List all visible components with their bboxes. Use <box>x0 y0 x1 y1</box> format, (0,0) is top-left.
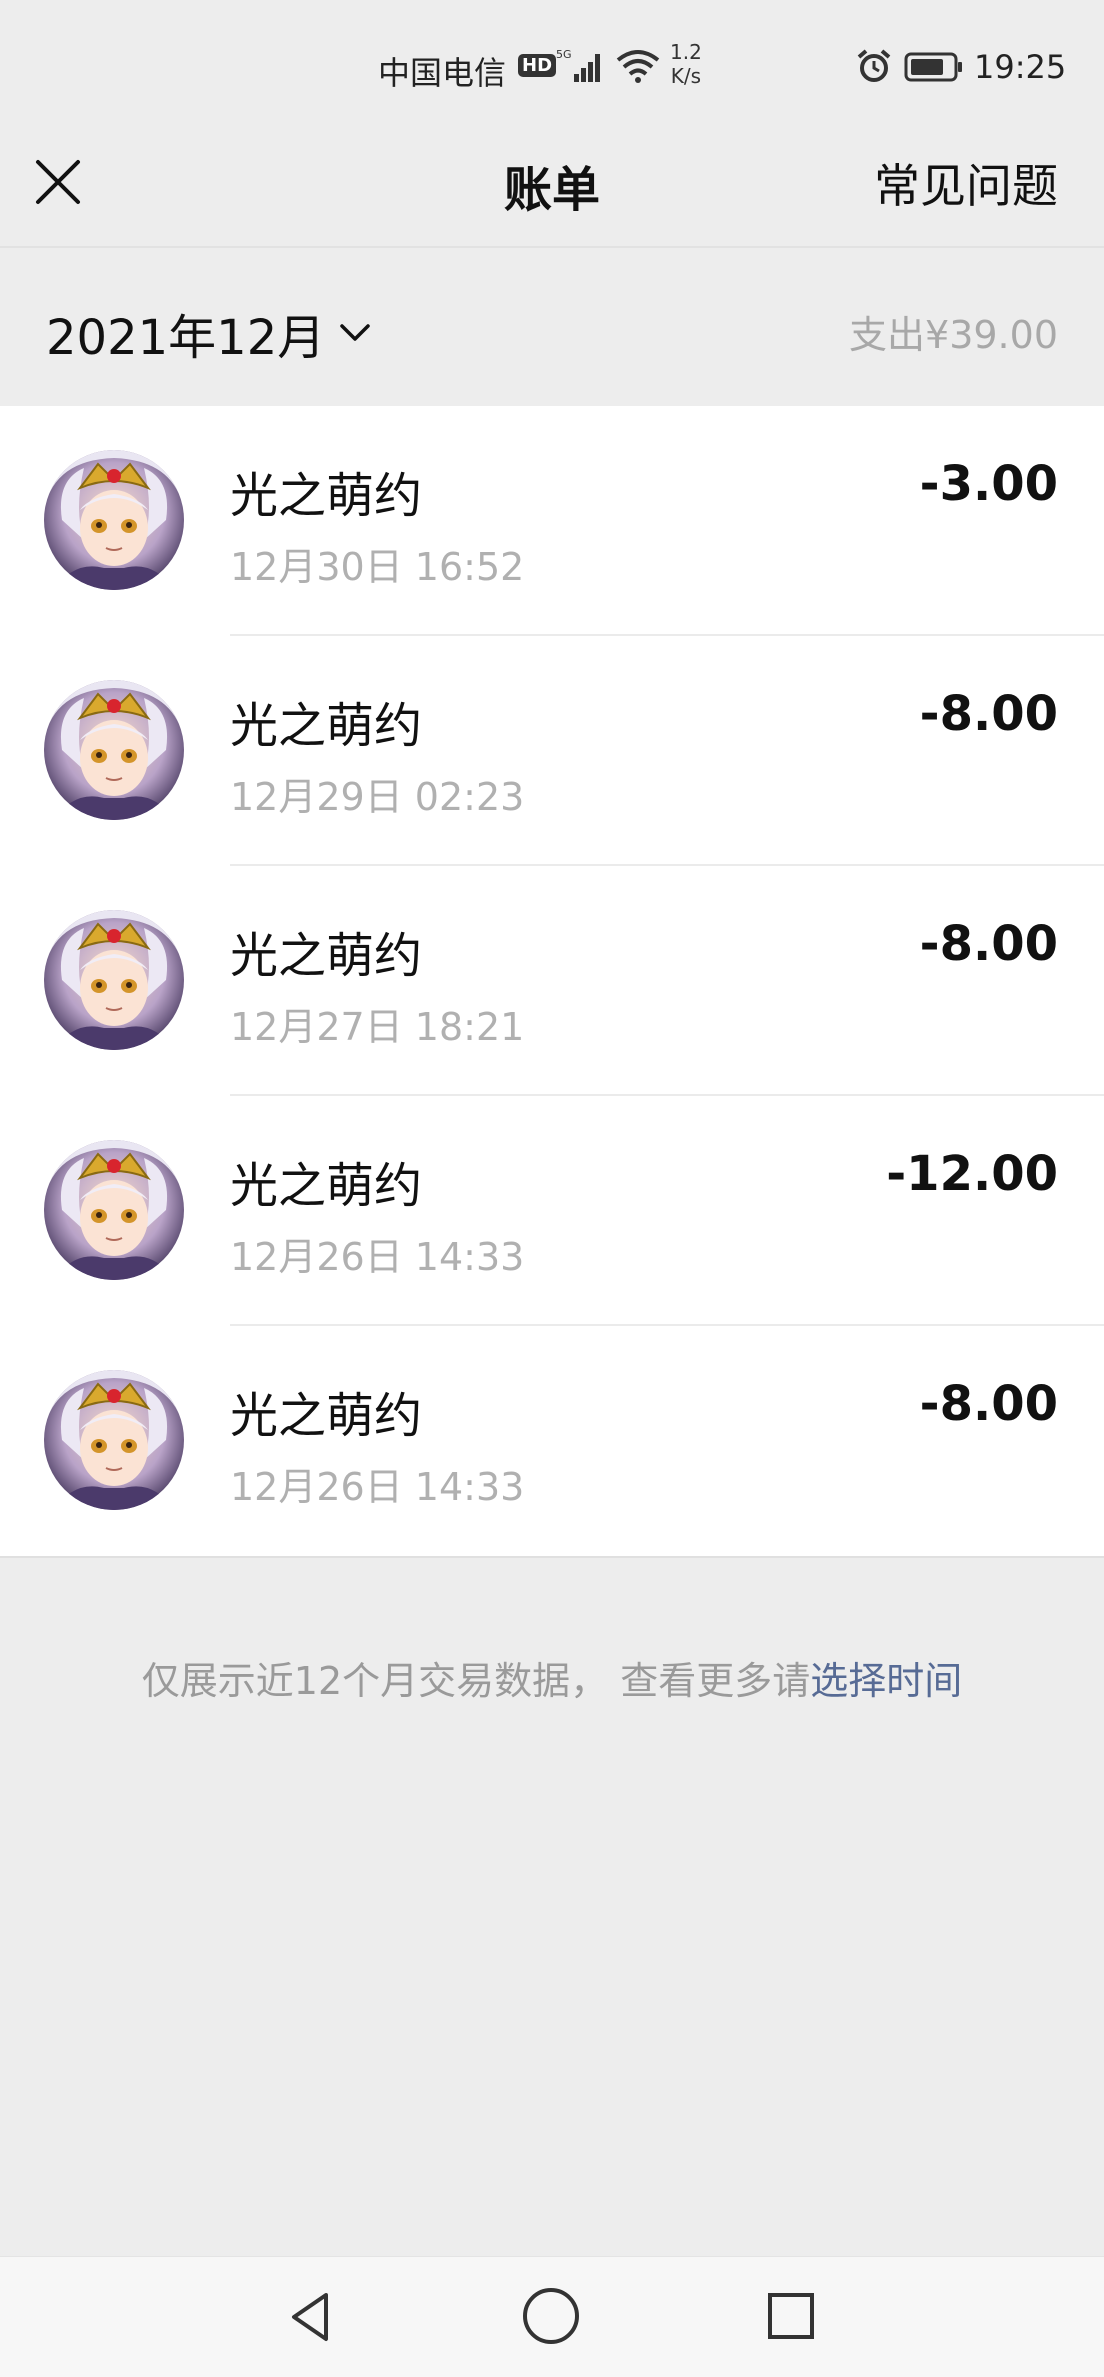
transaction-datetime: 12月27日 18:21 <box>230 1005 525 1049</box>
home-icon[interactable] <box>520 2285 582 2347</box>
signal-icon: 5G <box>556 48 600 82</box>
transaction-list: 光之萌约 12月30日 16:52 -3.00 光之萌约 12月29日 02:2… <box>0 406 1104 1558</box>
network-speed: 1.2 K/s <box>670 40 702 88</box>
back-icon[interactable] <box>282 2287 342 2347</box>
avatar <box>44 910 184 1050</box>
transaction-amount: -8.00 <box>919 686 1058 742</box>
system-nav-bar <box>0 2256 1104 2377</box>
recent-apps-icon[interactable] <box>762 2287 820 2345</box>
clock: 19:25 <box>974 48 1067 86</box>
transaction-amount: -3.00 <box>919 456 1058 512</box>
chevron-down-icon <box>340 324 370 341</box>
transaction-row[interactable]: 光之萌约 12月27日 18:21 -8.00 <box>0 866 1104 1096</box>
merchant-name: 光之萌约 <box>230 1158 423 1214</box>
merchant-avatar-icon <box>44 1370 184 1510</box>
network-type: 5G <box>556 48 572 61</box>
nav-bar: 账单 常见问题 <box>0 140 1104 248</box>
battery-icon <box>904 52 962 82</box>
transaction-datetime: 12月26日 14:33 <box>230 1465 525 1509</box>
merchant-avatar-icon <box>44 1140 184 1280</box>
month-expense-total: 支出¥39.00 <box>849 313 1058 357</box>
transaction-row[interactable]: 光之萌约 12月26日 14:33 -12.00 <box>0 1096 1104 1326</box>
status-bar: 中国电信 HD 5G 1.2 K/s 19:25 <box>0 0 1104 140</box>
merchant-avatar-icon <box>44 910 184 1050</box>
transaction-datetime: 12月26日 14:33 <box>230 1235 525 1279</box>
alarm-icon <box>857 49 891 82</box>
wifi-icon <box>616 50 660 83</box>
month-label: 2021年12月 <box>46 310 326 366</box>
merchant-avatar-icon <box>44 450 184 590</box>
avatar <box>44 450 184 590</box>
faq-button[interactable]: 常见问题 <box>874 150 1058 216</box>
merchant-name: 光之萌约 <box>230 1388 423 1444</box>
merchant-name: 光之萌约 <box>230 468 423 524</box>
history-notice: 仅展示近12个月交易数据， 查看更多请选择时间 <box>0 1650 1104 1705</box>
month-header: 2021年12月 支出¥39.00 <box>0 248 1104 406</box>
select-time-link[interactable]: 选择时间 <box>810 1659 962 1703</box>
transaction-datetime: 12月29日 02:23 <box>230 775 525 819</box>
notice-text: 仅展示近12个月交易数据， 查看更多请 <box>141 1659 811 1703</box>
transaction-row[interactable]: 光之萌约 12月29日 02:23 -8.00 <box>0 636 1104 866</box>
transaction-amount: -8.00 <box>919 916 1058 972</box>
transaction-datetime: 12月30日 16:52 <box>230 545 525 589</box>
avatar <box>44 1140 184 1280</box>
transaction-row[interactable]: 光之萌约 12月30日 16:52 -3.00 <box>0 406 1104 636</box>
merchant-name: 光之萌约 <box>230 928 423 984</box>
merchant-name: 光之萌约 <box>230 698 423 754</box>
transaction-row[interactable]: 光之萌约 12月26日 14:33 -8.00 <box>0 1326 1104 1556</box>
avatar <box>44 1370 184 1510</box>
hd-badge: HD <box>518 54 557 77</box>
speed-value: 1.2 <box>670 40 702 64</box>
transaction-amount: -8.00 <box>919 1376 1058 1432</box>
merchant-avatar-icon <box>44 680 184 820</box>
month-selector[interactable]: 2021年12月 <box>46 298 371 368</box>
carrier-name: 中国电信 <box>378 54 507 92</box>
avatar <box>44 680 184 820</box>
speed-unit: K/s <box>670 64 702 88</box>
transaction-amount: -12.00 <box>886 1146 1058 1202</box>
